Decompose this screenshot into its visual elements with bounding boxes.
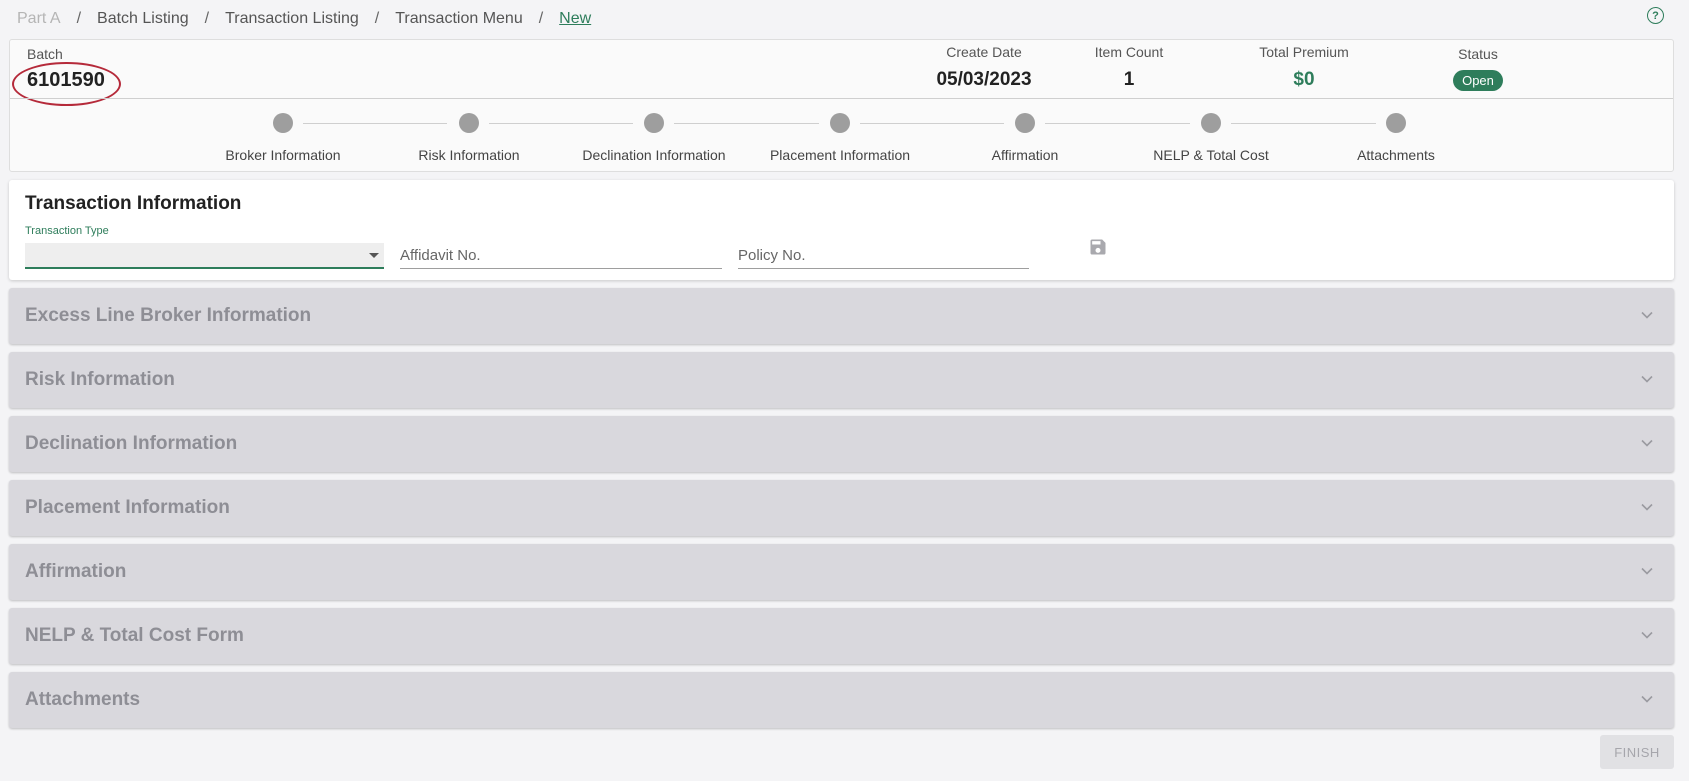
- panel-excess-line-broker-information[interactable]: Excess Line Broker Information: [9, 288, 1674, 344]
- panel-placement-information[interactable]: Placement Information: [9, 480, 1674, 536]
- breadcrumb-batch-listing[interactable]: Batch Listing: [97, 10, 189, 28]
- step-broker-information[interactable]: Broker Information: [193, 112, 373, 163]
- total-premium-label: Total Premium: [1259, 44, 1349, 60]
- step-dot: [1201, 113, 1221, 133]
- batch-divider: [10, 98, 1673, 99]
- breadcrumb-new[interactable]: New: [559, 10, 591, 28]
- step-risk-information[interactable]: Risk Information: [379, 112, 559, 163]
- panel-risk-information[interactable]: Risk Information: [9, 352, 1674, 408]
- policy-input[interactable]: Policy No.: [738, 243, 1029, 269]
- create-date: Create Date 05/03/2023: [904, 44, 1064, 91]
- step-dot: [830, 113, 850, 133]
- item-count: Item Count 1: [1049, 44, 1209, 91]
- item-count-label: Item Count: [1094, 44, 1164, 60]
- chevron-down-icon: [1641, 375, 1653, 383]
- step-nelp-total-cost[interactable]: NELP & Total Cost: [1121, 112, 1301, 163]
- help-icon[interactable]: ?: [1647, 7, 1664, 24]
- step-label: Attachments: [1357, 147, 1435, 163]
- breadcrumb-transaction-listing[interactable]: Transaction Listing: [225, 10, 359, 28]
- affidavit-input[interactable]: Affidavit No.: [400, 243, 722, 269]
- transaction-information-title: Transaction Information: [25, 193, 242, 214]
- panel-title: Risk Information: [25, 369, 175, 390]
- step-declination-information[interactable]: Declination Information: [564, 112, 744, 163]
- create-date-value: 05/03/2023: [936, 69, 1032, 90]
- step-dot: [644, 113, 664, 133]
- panel-title: Affirmation: [25, 561, 127, 582]
- step-attachments[interactable]: Attachments: [1306, 112, 1486, 163]
- step-label: Placement Information: [769, 147, 911, 163]
- breadcrumb-separator: /: [204, 10, 210, 27]
- panel-declination-information[interactable]: Declination Information: [9, 416, 1674, 472]
- caret-down-icon: [369, 253, 379, 258]
- chevron-down-icon: [1641, 567, 1653, 575]
- batch-label: Batch: [27, 46, 63, 62]
- breadcrumb-separator: /: [538, 10, 544, 27]
- policy-field[interactable]: Policy No.: [738, 225, 1029, 269]
- status-badge: Open: [1453, 70, 1503, 91]
- transaction-type-label: Transaction Type: [25, 225, 109, 237]
- breadcrumb-transaction-menu[interactable]: Transaction Menu: [395, 10, 522, 28]
- step-dot: [273, 113, 293, 133]
- create-date-label: Create Date: [946, 44, 1022, 60]
- total-premium: Total Premium $0: [1224, 44, 1384, 91]
- step-label: Declination Information: [582, 147, 726, 163]
- panel-title: Attachments: [25, 689, 141, 710]
- transaction-type-value[interactable]: [25, 243, 384, 269]
- breadcrumb-part-a[interactable]: Part A: [17, 10, 61, 28]
- step-affirmation[interactable]: Affirmation: [935, 112, 1115, 163]
- breadcrumb: Part A / Batch Listing / Transaction Lis…: [17, 9, 591, 29]
- batch-summary-card: Batch 6101590 Create Date 05/03/2023 Ite…: [9, 39, 1674, 172]
- status: Status Open: [1398, 46, 1558, 91]
- step-label: Risk Information: [418, 147, 520, 163]
- step-label: Broker Information: [225, 147, 341, 163]
- step-dot: [459, 113, 479, 133]
- panel-attachments[interactable]: Attachments: [9, 672, 1674, 728]
- chevron-down-icon: [1641, 631, 1653, 639]
- panel-title: Placement Information: [25, 497, 230, 518]
- panel-title: NELP & Total Cost Form: [25, 625, 244, 646]
- transaction-type-select[interactable]: Transaction Type: [25, 225, 384, 269]
- step-placement-information[interactable]: Placement Information: [750, 112, 930, 163]
- chevron-down-icon: [1641, 439, 1653, 447]
- save-icon[interactable]: [1088, 237, 1108, 257]
- step-label: Affirmation: [991, 147, 1059, 163]
- panel-affirmation[interactable]: Affirmation: [9, 544, 1674, 600]
- chevron-down-icon: [1641, 311, 1653, 319]
- step-dot: [1386, 113, 1406, 133]
- step-label: NELP & Total Cost: [1153, 147, 1269, 163]
- chevron-down-icon: [1641, 695, 1653, 703]
- step-dot: [1015, 113, 1035, 133]
- transaction-information-card: Transaction Information Transaction Type…: [9, 180, 1674, 280]
- status-label: Status: [1458, 46, 1498, 62]
- panel-title: Declination Information: [25, 433, 238, 454]
- breadcrumb-separator: /: [374, 10, 380, 27]
- breadcrumb-separator: /: [76, 10, 82, 27]
- total-premium-value: $0: [1293, 69, 1315, 90]
- progress-stepper: Broker Information Risk Information Decl…: [10, 112, 1673, 172]
- item-count-value: 1: [1123, 69, 1135, 90]
- chevron-down-icon: [1641, 503, 1653, 511]
- affidavit-field[interactable]: Affidavit No.: [400, 225, 722, 269]
- panel-nelp-total-cost-form[interactable]: NELP & Total Cost Form: [9, 608, 1674, 664]
- finish-button[interactable]: FINISH: [1600, 735, 1674, 769]
- batch-id-annotation-circle: [12, 62, 121, 106]
- panel-title: Excess Line Broker Information: [25, 305, 312, 326]
